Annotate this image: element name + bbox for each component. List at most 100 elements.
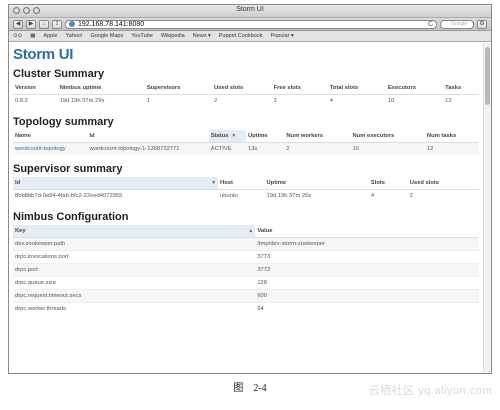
topology-summary-heading: Topology summary [13,115,114,128]
table-cell: 13s [245,141,285,155]
config-key: drpc.invocations.port [13,249,256,263]
column-header-sorted[interactable]: Status ▼ [208,129,246,143]
table-cell: 2 [407,189,479,203]
watermark: 云栖社区 yq.aliyun.com [368,385,492,397]
table-cell: 2 [271,94,328,108]
reading-list-icon[interactable]: ⊙⊙ [13,33,22,39]
sort-arrow-icon: ▼ [231,132,237,139]
browser-window: Storm UI ◀ ▶ ⌂ ⇪ 192.168.78.141:8080 C G… [8,4,492,374]
config-value: /tmp/dev-storm-zookeeper [255,236,479,250]
config-key: drpc.port [13,262,256,276]
column-header[interactable]: Uptime [245,129,285,143]
config-key: dev.zookeeper.path [13,236,256,250]
config-key: drpc.worker.threads [13,301,256,315]
column-header[interactable]: Used slots [407,177,479,190]
column-header[interactable]: Num workers [284,129,351,143]
browser-toolbar: ◀ ▶ ⌂ ⇪ 192.168.78.141:8080 C Google ⚙ [9,18,491,31]
address-bar[interactable]: 192.168.78.141:8080 C [65,19,437,29]
table-row: drpc.port 3772 [13,262,479,276]
column-header[interactable]: Supervisors [144,82,212,95]
column-header[interactable]: Free slots [271,82,328,95]
table-row: 0.8.2 19d 19h 37m 29s 1 2 2 4 10 12 [13,94,479,108]
vertical-scrollbar[interactable] [483,43,491,373]
table-row: drpc.request.timeout.secs 600 [13,288,479,302]
column-header-sorted[interactable]: Key ▲ [13,224,256,238]
config-value: 3773 [255,249,479,263]
table-row: drpc.queue.size 128 [13,275,479,289]
settings-icon[interactable]: ⚙ [477,19,487,29]
column-header[interactable]: Used slots [211,82,272,95]
table-cell: 0.8.2 [13,94,58,108]
column-header[interactable]: Total slots [327,82,386,95]
column-header-label: Id [15,180,21,186]
config-value: 600 [255,288,479,302]
bookmark-item[interactable]: YouTube [131,33,153,39]
column-header[interactable]: Slots [368,177,408,190]
bookmark-item[interactable]: Wikipedia [161,33,185,39]
page-content: Storm UI Cluster Summary Version Nimbus … [9,43,483,373]
column-header[interactable]: Tasks [443,82,479,95]
column-header[interactable]: Host [218,177,265,190]
config-value: 3772 [255,262,479,276]
bookmark-item[interactable]: Apple [43,33,57,39]
home-icon[interactable]: ⌂ [39,19,49,29]
table-cell: 4 [327,94,386,108]
column-header[interactable]: Num tasks [424,129,479,143]
table-cell: wordcount-topology-1-1368732771 [87,141,209,155]
forward-button[interactable]: ▶ [26,19,36,29]
column-header[interactable]: Value [255,224,479,238]
column-header-label: Key [15,227,26,234]
top-sites-icon[interactable]: ▦ [30,33,35,39]
table-cell: 12 [443,94,479,108]
column-header-sorted[interactable]: Id ▼ [13,177,219,190]
column-header[interactable]: Executors [385,82,444,95]
table-row: 8bb8bb7d-0e84-4fab-bfc2-22eed4072955 ubu… [13,189,479,203]
topology-link[interactable]: wordcount-topology [15,146,66,152]
window-title: Storm UI [236,6,264,13]
table-row: drpc.invocations.port 3773 [13,249,479,263]
topology-summary-table: Name Id Status ▼ Uptime Num workers Num e… [13,129,479,155]
column-header[interactable]: Nimbus uptime [57,82,145,95]
sort-arrow-icon: ▼ [211,180,217,186]
page-title: Storm UI [13,46,74,63]
table-row: drpc.worker.threads 64 [13,301,479,315]
column-header[interactable]: Id [87,129,209,143]
bookmark-item[interactable]: Yahoo! [66,33,83,39]
table-cell: 4 [368,189,408,203]
config-key: drpc.request.timeout.secs [13,288,256,302]
table-cell: ubuntu [218,189,265,203]
table-cell: 1 [144,94,212,108]
back-button[interactable]: ◀ [13,19,23,29]
nimbus-configuration-heading: Nimbus Configuration [13,210,129,223]
table-cell: 2 [284,141,351,155]
table-row: dev.zookeeper.path/tmp/dev-storm-zookeep… [13,236,479,250]
share-icon[interactable]: ⇪ [52,19,62,29]
topology-name-cell[interactable]: wordcount-topology [13,141,88,155]
table-cell: 2 [211,94,272,108]
sort-arrow-icon: ▲ [248,227,254,234]
url-text: 192.168.78.141:8080 [78,20,145,28]
column-header-label: Status [210,132,229,139]
column-header[interactable]: Uptime [264,177,369,190]
nimbus-configuration-table: Key ▲ Value dev.zookeeper.path/tmp/dev-st… [13,224,479,315]
column-header[interactable]: Num executors [350,129,425,143]
scrollbar-thumb[interactable] [485,47,490,105]
table-cell: 19d 19h 37m 26s [264,189,369,203]
supervisor-summary-heading: Supervisor summary [13,163,123,175]
search-field[interactable]: Google [440,19,474,29]
globe-icon [69,21,75,27]
bookmark-item[interactable]: Puppet Cookbook [219,33,263,39]
table-cell: 19d 19h 37m 29s [57,94,145,108]
bookmark-item[interactable]: Google Maps [91,33,124,39]
table-cell: ACTIVE [208,141,246,155]
column-header[interactable]: Name [13,129,88,143]
reload-button[interactable]: C [428,21,436,28]
bookmarks-bar: ⊙⊙ ▦ Apple Yahoo! Google Maps YouTube Wi… [9,31,491,42]
cluster-summary-heading: Cluster Summary [13,68,105,80]
bookmark-item[interactable]: Popular ▾ [271,33,294,39]
bookmark-item[interactable]: News ▾ [193,33,211,39]
table-cell: 8bb8bb7d-0e84-4fab-bfc2-22eed4072955 [13,189,219,203]
supervisor-summary-table: Id ▼ Host Uptime Slots Used slots 8bb8bb7… [13,177,479,203]
column-header[interactable]: Version [13,82,58,95]
title-bar: Storm UI [9,5,491,18]
